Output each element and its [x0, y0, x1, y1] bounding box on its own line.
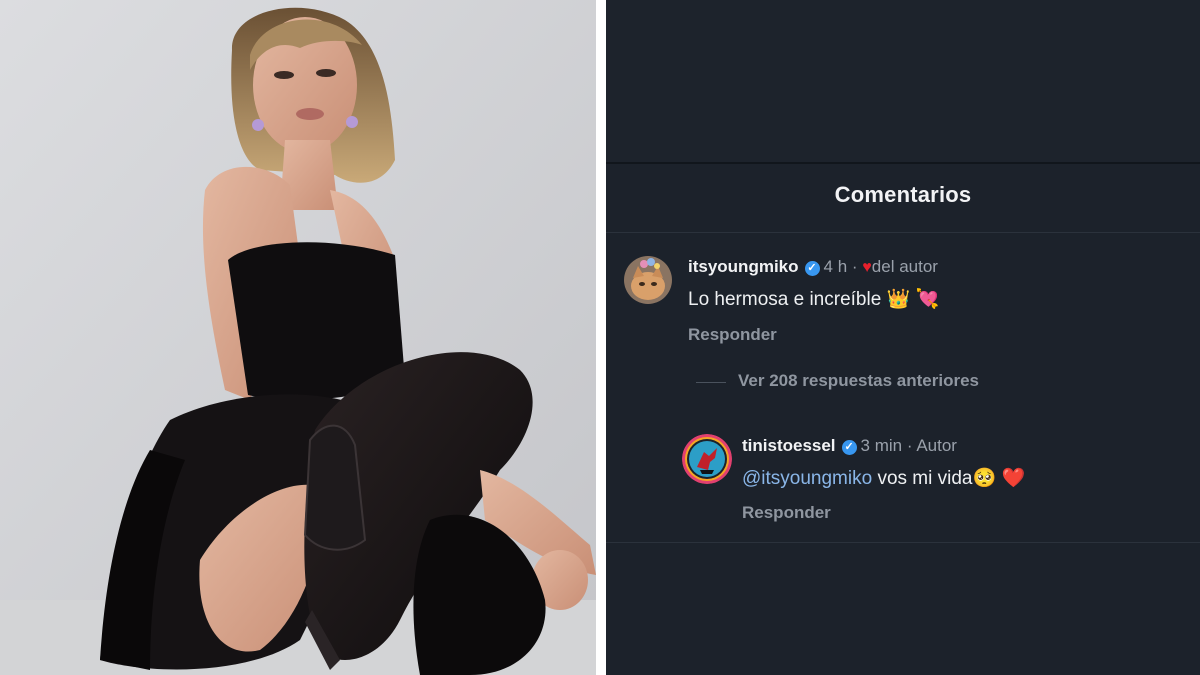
red-heart-emoji-icon: ❤️ [1001, 468, 1026, 489]
reply-username[interactable]: tinistoessel [742, 436, 836, 455]
comments-panel: Comentarios itsyoungmiko ✓ 4 h · ♥del auto… [606, 0, 1200, 675]
profile-avatar-icon [682, 434, 732, 484]
liked-by-author-label: del autor [871, 257, 938, 276]
avatar[interactable] [624, 256, 672, 304]
reply-header: tinistoessel ✓ 3 min · Autor [742, 436, 957, 456]
mention-link[interactable]: @itsyoungmiko [742, 468, 872, 489]
separator: · [906, 436, 913, 455]
crown-emoji-icon: 👑 [886, 289, 911, 310]
title-divider [606, 232, 1200, 233]
comment-text: Lo hermosa e increíble 👑 💘 [688, 287, 939, 311]
comments-title: Comentarios [834, 182, 972, 207]
comment-username[interactable]: itsyoungmiko [688, 257, 799, 276]
view-previous-replies-button[interactable]: Ver 208 respuestas anteriores [738, 371, 979, 391]
separator: · [851, 257, 858, 276]
pleading-face-emoji-icon: 🥺 [972, 468, 997, 489]
reply-button[interactable]: Responder [688, 325, 777, 345]
image-separator [596, 0, 606, 675]
woman-photo [0, 0, 596, 675]
comment-body: Lo hermosa e increíble [688, 289, 882, 310]
comment-header: itsyoungmiko ✓ 4 h · ♥del autor [688, 257, 938, 277]
bottom-divider [606, 542, 1200, 543]
blank-top-area [606, 0, 1200, 162]
reply-body: vos mi vida [877, 468, 973, 489]
avatar[interactable] [682, 434, 732, 484]
reply-button[interactable]: Responder [742, 503, 831, 523]
comment-time: 4 h [823, 257, 848, 276]
verified-badge-icon: ✓ [841, 440, 857, 455]
photo-panel [0, 0, 596, 675]
reply-time: 3 min [860, 436, 903, 455]
reply-text: @itsyoungmiko vos mi vida🥺 ❤️ [742, 466, 1025, 490]
sheet-top-divider [606, 162, 1200, 164]
author-badge: Autor [916, 436, 957, 455]
view-replies-line [696, 382, 726, 383]
heart-icon: ♥ [862, 259, 872, 276]
verified-badge-icon: ✓ [804, 261, 820, 276]
cat-avatar-icon [624, 256, 672, 304]
composite-image: Comentarios itsyoungmiko ✓ 4 h · ♥del auto… [0, 0, 1200, 675]
heart-arrow-emoji-icon: 💘 [915, 289, 940, 310]
